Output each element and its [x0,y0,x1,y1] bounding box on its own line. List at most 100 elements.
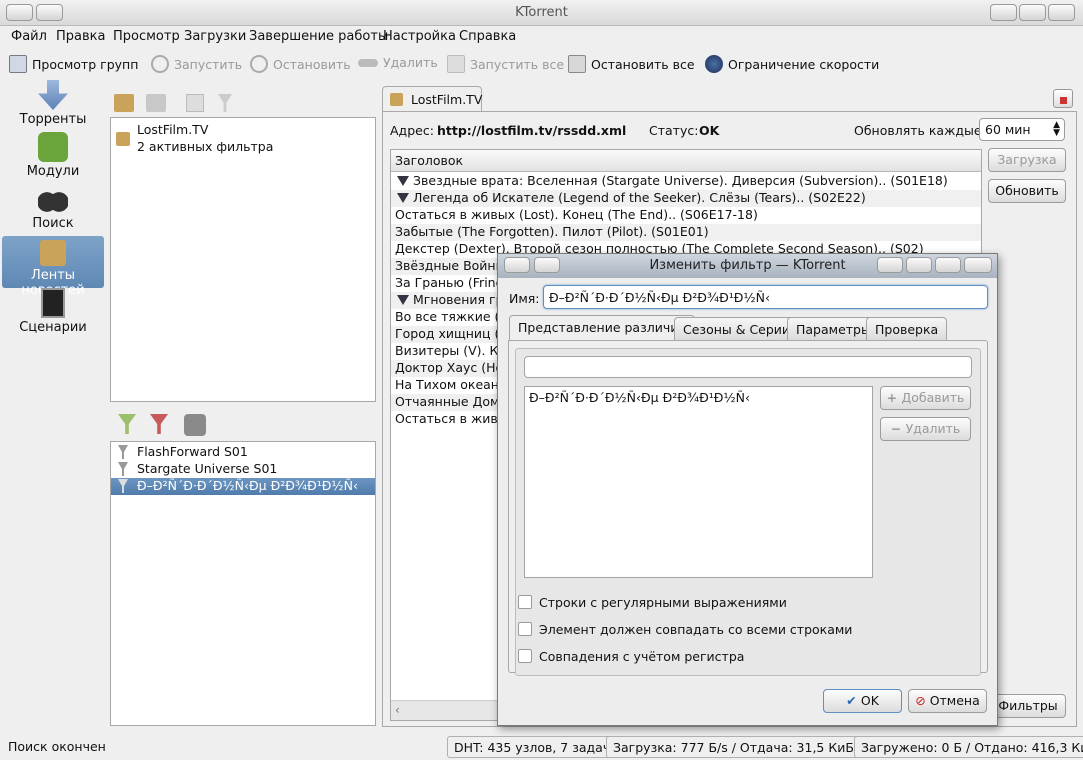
minimize-button[interactable] [990,4,1017,21]
sidebar-item-plugins[interactable]: Модули [2,132,104,184]
menubar: Файл Правка Просмотр Загрузки Завершение… [0,26,1083,48]
sidebar-item-search[interactable]: Поиск [2,184,104,236]
feed-item-row[interactable]: Забытые (The Forgotten). Пилот (Pilot). … [391,224,981,241]
feed-list: LostFilm.TV 2 активных фильтра [110,117,376,402]
refresh-interval-label: Обновлять каждые: [854,123,986,138]
rss-feed-icon [40,240,66,266]
start-all-icon [447,55,465,73]
rss-feed-icon [390,93,403,106]
remove-button[interactable]: Удалить [358,55,438,70]
tab-seasons-episodes[interactable]: Сезоны & Серии [674,317,800,341]
stop-all-button[interactable]: Остановить все [568,55,695,73]
downloaded-arrow-icon [397,294,409,305]
case-sensitive-label: Совпадения с учётом регистра [539,649,745,664]
filter-name-input[interactable]: Ð–Ð²Ñ´Ð·Ð´Ð½Ñ‹Ðµ Ð²Ð¾Ð¹Ð½Ñ‹ [543,285,988,309]
feed-settings-icon[interactable] [186,94,204,112]
sidebar: Торренты Модули Поиск Ленты новостей Сце… [2,80,104,732]
name-label: Имя: [509,291,540,306]
match-strings-list: Ð–Ð²Ñ´Ð·Ð´Ð½Ñ‹Ðµ Ð²Ð¾Ð¹Ð½Ñ‹ [524,386,873,578]
remove-feed-icon[interactable] [146,94,166,112]
filter-item[interactable]: Stargate Universe S01 [111,461,375,478]
regex-checkbox[interactable] [518,595,532,609]
add-feed-icon[interactable] [114,94,134,112]
regex-label: Строки с регулярными выражениями [539,595,787,610]
remove-filter-icon[interactable] [150,414,168,434]
address-label: Адрес: [390,123,434,138]
feed-item-row[interactable]: Остаться в живых (Lost). Конец (The End)… [391,207,981,224]
close-button[interactable] [1048,4,1075,21]
cancel-icon: ⊘ [915,693,930,708]
feeds-toolbar [114,94,244,114]
menu-help[interactable]: Справка [459,29,516,44]
dialog-minimize-button[interactable] [906,257,932,273]
feed-item-row[interactable]: Легенда об Искателе (Legend of the Seeke… [391,190,981,207]
transfer-totals: Загружено: 0 Б / Отдано: 416,3 КиБ [854,736,1083,758]
ok-button[interactable]: ✔ OK [823,689,902,713]
refresh-interval-spinbox[interactable]: 60 мин ▲ ▼ [979,118,1065,141]
remove-string-button[interactable]: − Удалить [880,417,971,441]
close-tab-button[interactable] [1053,89,1073,108]
feed-item-row[interactable]: Звездные врата: Вселенная (Stargate Univ… [391,173,981,190]
dialog-close-button[interactable] [964,257,992,273]
tab-matching[interactable]: Представление различий [509,315,696,341]
feed-item-title: На Тихом океане [395,377,507,392]
list-item[interactable]: Ð–Ð²Ñ´Ð·Ð´Ð½Ñ‹Ðµ Ð²Ð¾Ð¹Ð½Ñ‹ [525,390,872,407]
puzzle-icon [38,132,68,162]
downloaded-arrow-icon [397,175,409,186]
sidebar-item-feeds[interactable]: Ленты новостей [2,236,104,298]
column-header[interactable]: Заголовок [391,150,981,172]
sidebar-item-torrents[interactable]: Торренты [2,80,104,132]
download-arrow-icon [38,80,68,110]
edit-filter-icon[interactable] [184,414,206,436]
filter-item[interactable]: Ð–Ð²Ñ´Ð·Ð´Ð½Ñ‹Ðµ Ð²Ð¾Ð¹Ð½Ñ‹ [111,478,375,495]
toolbar: Просмотр групп Запустить Остановить Удал… [0,50,1083,78]
match-string-input[interactable] [524,356,972,378]
tab-test[interactable]: Проверка [866,317,948,341]
menu-settings[interactable]: Настройка [383,29,456,44]
maximize-button[interactable] [1019,4,1046,21]
filters-toolbar [118,414,218,436]
horizontal-scrollbar[interactable]: ‹ [391,700,501,720]
remove-icon [358,58,378,67]
dialog-maximize-button[interactable] [935,257,961,273]
group-view-button[interactable]: Просмотр групп [9,55,138,73]
refresh-button[interactable]: Обновить [988,179,1066,203]
download-button[interactable]: Загрузка [988,148,1066,172]
add-string-button[interactable]: + Добавить [880,386,971,410]
filter-list: FlashForward S01 Stargate Universe S01 Ð… [110,441,376,726]
menu-file[interactable]: Файл [11,29,47,44]
case-sensitive-checkbox[interactable] [518,649,532,663]
terminal-icon [41,288,65,318]
speed-limit-button[interactable]: Ограничение скорости [705,55,879,73]
start-button[interactable]: Запустить [151,55,242,73]
dialog-help-button[interactable] [877,257,903,273]
filter-item[interactable]: FlashForward S01 [111,444,375,461]
menu-view[interactable]: Просмотр [113,29,180,44]
speedometer-icon [705,55,723,73]
menu-torrents[interactable]: Загрузки [184,29,246,44]
dht-status: DHT: 435 узлов, 7 задач [447,736,618,758]
stop-button[interactable]: Остановить [250,55,351,73]
minus-icon: − [890,421,906,436]
feed-item-title: Легенда об Искателе (Legend of the Seeke… [413,190,866,205]
menu-edit[interactable]: Правка [56,29,105,44]
start-all-button[interactable]: Запустить все [447,55,564,73]
filters-button[interactable]: Фильтры [990,694,1066,718]
cancel-button[interactable]: ⊘ Отмена [908,689,987,713]
feed-item-title: Доктор Хаус (Hou [395,360,512,375]
tab-lostfilm[interactable]: LostFilm.TV [382,86,482,112]
add-filter-icon[interactable] [118,414,136,434]
sidebar-item-scripts[interactable]: Сценарии [2,288,104,340]
play-icon [151,55,169,73]
feed-item-title: Звездные врата: Вселенная (Stargate Univ… [413,173,948,188]
feed-filter-count: 2 активных фильтра [137,139,274,154]
match-all-checkbox[interactable] [518,622,532,636]
binoculars-icon [38,184,68,214]
status-label: Статус: [649,123,699,138]
feed-status: OK [699,123,720,138]
menu-shutdown[interactable]: Завершение работы [249,29,388,44]
filter-icon[interactable] [218,94,232,112]
feed-item-title: Визитеры (V). Кр [395,343,507,358]
feed-item[interactable]: LostFilm.TV 2 активных фильтра [111,122,375,158]
feed-item-title: Во все тяжкие (B [395,309,508,324]
